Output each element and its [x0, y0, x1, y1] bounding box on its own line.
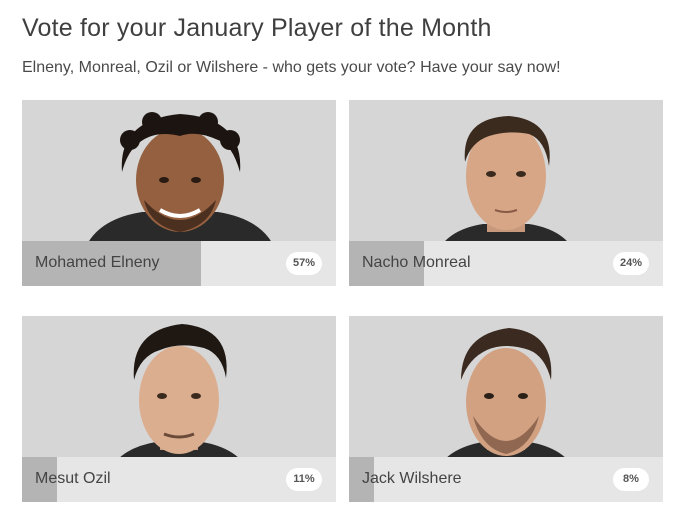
player-portrait-image	[349, 316, 663, 473]
player-name: Mohamed Elneny	[35, 254, 160, 271]
player-photo	[22, 100, 336, 257]
player-card-ozil[interactable]: Mesut Ozil 11%	[22, 316, 336, 502]
vote-result-bar: Mohamed Elneny 57%	[22, 241, 336, 286]
player-name: Mesut Ozil	[35, 470, 111, 487]
vote-result-bar: Mesut Ozil 11%	[22, 457, 336, 502]
player-photo	[349, 100, 663, 257]
player-name: Nacho Monreal	[362, 254, 471, 271]
vote-result-bar: Nacho Monreal 24%	[349, 241, 663, 286]
vote-percent-badge: 8%	[613, 468, 649, 491]
player-card-wilshere[interactable]: Jack Wilshere 8%	[349, 316, 663, 502]
player-portrait-image	[349, 100, 663, 257]
vote-percent-badge: 24%	[613, 252, 649, 275]
poll-title: Vote for your January Player of the Mont…	[22, 14, 492, 42]
player-card-monreal[interactable]: Nacho Monreal 24%	[349, 100, 663, 286]
player-portrait-image	[22, 100, 336, 257]
player-name: Jack Wilshere	[362, 470, 462, 487]
player-portrait-image	[22, 316, 336, 473]
player-of-month-poll: Vote for your January Player of the Mont…	[0, 0, 682, 518]
vote-percent-badge: 11%	[286, 468, 322, 491]
player-photo	[22, 316, 336, 473]
player-photo	[349, 316, 663, 473]
vote-percent-badge: 57%	[286, 252, 322, 275]
poll-subtitle: Elneny, Monreal, Ozil or Wilshere - who …	[22, 59, 561, 76]
vote-result-bar: Jack Wilshere 8%	[349, 457, 663, 502]
player-card-elneny[interactable]: Mohamed Elneny 57%	[22, 100, 336, 286]
